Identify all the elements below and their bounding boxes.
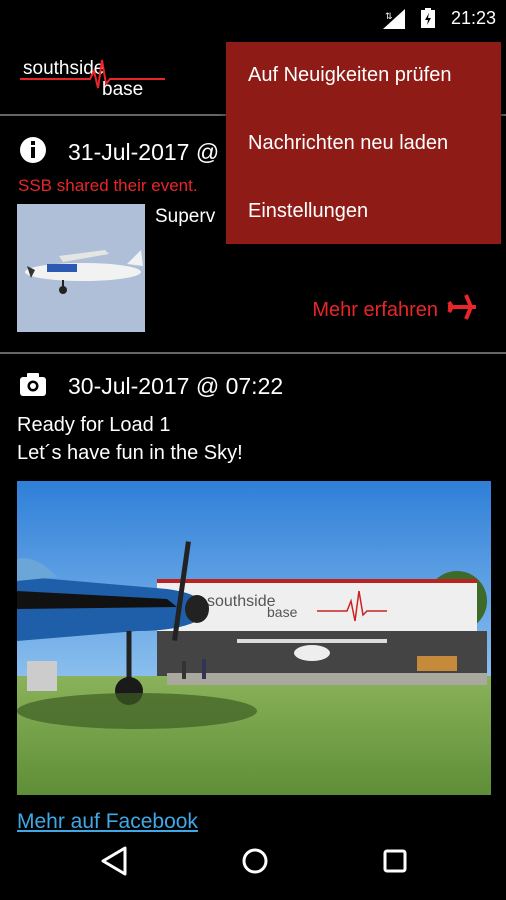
post-photo[interactable]: southside base <box>17 481 491 795</box>
recents-icon[interactable] <box>380 844 410 883</box>
airplane-icon <box>438 293 478 327</box>
event-thumbnail[interactable] <box>17 204 145 332</box>
svg-text:⇅: ⇅ <box>385 11 393 21</box>
event-title: Superv <box>155 206 216 227</box>
status-bar: ⇅ 21:23 <box>0 0 506 36</box>
camera-icon <box>18 369 48 404</box>
battery-icon <box>421 8 435 33</box>
facebook-link[interactable]: Mehr auf Facebook <box>17 810 198 834</box>
menu-item-reload-messages[interactable]: Nachrichten neu laden <box>248 132 448 155</box>
menu-item-check-news[interactable]: Auf Neuigkeiten prüfen <box>248 64 451 87</box>
post-text-line: Ready for Load 1 <box>17 414 171 436</box>
info-icon <box>18 135 48 170</box>
back-icon[interactable] <box>99 844 129 883</box>
shared-event-label: SSB shared their event. <box>18 176 198 195</box>
svg-text:base: base <box>102 79 143 98</box>
post-date: 31-Jul-2017 @ <box>68 139 220 165</box>
clock: 21:23 <box>450 8 496 28</box>
menu-item-settings[interactable]: Einstellungen <box>248 200 368 223</box>
post-header: 31-Jul-2017 @ <box>18 135 219 170</box>
more-info-button[interactable]: Mehr erfahren <box>312 293 478 327</box>
post-header: 30-Jul-2017 @ 07:22 <box>18 369 283 404</box>
system-nav-bar <box>0 832 506 900</box>
post-date: 30-Jul-2017 @ 07:22 <box>68 373 284 399</box>
svg-text:base: base <box>267 604 298 620</box>
signal-icon: ⇅ <box>383 9 411 34</box>
home-icon[interactable] <box>240 844 270 883</box>
overflow-menu: Auf Neuigkeiten prüfen Nachrichten neu l… <box>226 42 501 244</box>
southside-base-logo: southside base <box>20 46 165 103</box>
more-info-label: Mehr erfahren <box>312 298 438 321</box>
divider <box>0 352 506 354</box>
svg-text:southside: southside <box>207 593 276 610</box>
post-text-line: Let´s have fun in the Sky! <box>17 442 243 464</box>
